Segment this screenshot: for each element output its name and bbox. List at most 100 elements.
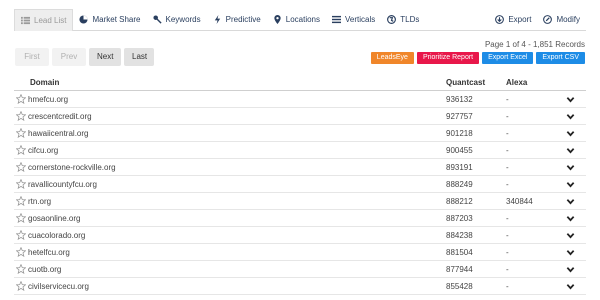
tab-actions: Export Modify	[489, 8, 586, 30]
table-row: hawaiicentral.org 901218 -	[14, 125, 586, 142]
tab-bar: Lead List Market Share Keywords Predictive L…	[14, 8, 586, 31]
domain-column-header[interactable]: Domain	[30, 78, 59, 87]
quantcast-cell: 900455	[446, 146, 473, 155]
star-icon[interactable]	[16, 94, 26, 104]
tab-label: Market Share	[92, 14, 141, 24]
star-icon[interactable]	[16, 281, 26, 291]
chevron-down-icon[interactable]	[566, 95, 575, 104]
tab-label: Locations	[285, 14, 320, 24]
star-icon[interactable]	[16, 128, 26, 138]
alexa-cell: -	[506, 180, 509, 189]
export-icon	[495, 14, 505, 24]
tab-predictive[interactable]: Predictive	[207, 8, 267, 30]
star-icon[interactable]	[16, 247, 26, 257]
prev-page-button[interactable]: Prev	[52, 48, 86, 66]
table-row: cuotb.org 877944 -	[14, 261, 586, 278]
pie-chart-icon	[79, 14, 89, 24]
chevron-down-icon[interactable]	[566, 163, 575, 172]
tab-label: Lead List	[34, 15, 67, 25]
alexa-cell: -	[506, 265, 509, 274]
table-header: Domain Quantcast Alexa	[14, 78, 586, 91]
pagination: First Prev Next Last	[15, 48, 154, 66]
alexa-column-header[interactable]: Alexa	[506, 78, 527, 87]
action-label: Modify	[556, 14, 580, 24]
chevron-down-icon[interactable]	[566, 197, 575, 206]
export-csv-button[interactable]: Export CSV	[536, 52, 585, 64]
tab-label: Keywords	[165, 14, 201, 24]
chevron-down-icon[interactable]	[566, 214, 575, 223]
quantcast-cell: 893191	[446, 163, 473, 172]
bolt-icon	[213, 14, 222, 24]
alexa-cell: -	[506, 112, 509, 121]
star-icon[interactable]	[16, 196, 26, 206]
globe-icon	[387, 14, 397, 24]
tab-verticals[interactable]: Verticals	[326, 8, 381, 30]
action-label: Export	[508, 14, 532, 24]
tab-keywords[interactable]: Keywords	[147, 8, 207, 30]
domain-cell[interactable]: hmefcu.org	[28, 95, 68, 104]
star-icon[interactable]	[16, 230, 26, 240]
star-icon[interactable]	[16, 179, 26, 189]
tab-label: Verticals	[345, 14, 376, 24]
tab-lead-list[interactable]: Lead List	[14, 8, 74, 31]
star-icon[interactable]	[16, 162, 26, 172]
domain-cell[interactable]: gosaonline.org	[28, 214, 80, 223]
alexa-cell: -	[506, 231, 509, 240]
tab-label: TLDs	[400, 14, 420, 24]
table-row: hmefcu.org 936132 -	[14, 91, 586, 108]
quantcast-cell: 881504	[446, 248, 473, 257]
table-row: civilservicecu.org 855428 -	[14, 278, 586, 295]
quantcast-cell: 884238	[446, 231, 473, 240]
table-row: gosaonline.org 887203 -	[14, 210, 586, 227]
export-button[interactable]: Export	[489, 8, 537, 30]
tab-locations[interactable]: Locations	[267, 8, 326, 30]
chevron-down-icon[interactable]	[566, 180, 575, 189]
domain-cell[interactable]: hetelfcu.org	[28, 248, 70, 257]
chevron-down-icon[interactable]	[566, 248, 575, 257]
table-row: cifcu.org 900455 -	[14, 142, 586, 159]
domain-cell[interactable]: ravallicountyfcu.org	[28, 180, 97, 189]
chevron-down-icon[interactable]	[566, 112, 575, 121]
chevron-down-icon[interactable]	[566, 129, 575, 138]
tab-market-share[interactable]: Market Share	[73, 8, 146, 30]
domain-cell[interactable]: civilservicecu.org	[28, 282, 89, 291]
star-icon[interactable]	[16, 213, 26, 223]
domain-cell[interactable]: cornerstone-rockville.org	[28, 163, 116, 172]
prioritize-report-button[interactable]: Prioritize Report	[416, 52, 480, 64]
domain-cell[interactable]: hawaiicentral.org	[28, 129, 88, 138]
first-page-button[interactable]: First	[15, 48, 49, 66]
table-row: cuacolorado.org 884238 -	[14, 227, 586, 244]
star-icon[interactable]	[16, 145, 26, 155]
alexa-cell: 340844	[506, 197, 533, 206]
map-marker-icon	[273, 14, 282, 24]
chevron-down-icon[interactable]	[566, 265, 575, 274]
quantcast-cell: 901218	[446, 129, 473, 138]
alexa-cell: -	[506, 248, 509, 257]
domain-cell[interactable]: cuacolorado.org	[28, 231, 85, 240]
chevron-down-icon[interactable]	[566, 282, 575, 291]
domain-cell[interactable]: cuotb.org	[28, 265, 61, 274]
modify-button[interactable]: Modify	[537, 8, 586, 30]
leadseye-button[interactable]: LeadsEye	[370, 52, 414, 64]
next-page-button[interactable]: Next	[89, 48, 121, 66]
alexa-cell: -	[506, 129, 509, 138]
action-buttons: LeadsEye Prioritize Report Export Excel Exp…	[370, 52, 585, 64]
chevron-down-icon[interactable]	[566, 231, 575, 240]
chevron-down-icon[interactable]	[566, 146, 575, 155]
modify-icon	[543, 14, 553, 24]
quantcast-column-header[interactable]: Quantcast	[446, 78, 485, 87]
tab-tlds[interactable]: TLDs	[381, 8, 425, 30]
list-lines-icon	[332, 15, 341, 24]
quantcast-cell: 936132	[446, 95, 473, 104]
domain-cell[interactable]: rtn.org	[28, 197, 51, 206]
list-icon	[21, 16, 30, 25]
export-excel-button[interactable]: Export Excel	[482, 52, 534, 64]
quantcast-cell: 888249	[446, 180, 473, 189]
table-row: crescentcredit.org 927757 -	[14, 108, 586, 125]
last-page-button[interactable]: Last	[124, 48, 154, 66]
domain-cell[interactable]: cifcu.org	[28, 146, 58, 155]
alexa-cell: -	[506, 282, 509, 291]
domain-cell[interactable]: crescentcredit.org	[28, 112, 92, 121]
star-icon[interactable]	[16, 111, 26, 121]
star-icon[interactable]	[16, 264, 26, 274]
